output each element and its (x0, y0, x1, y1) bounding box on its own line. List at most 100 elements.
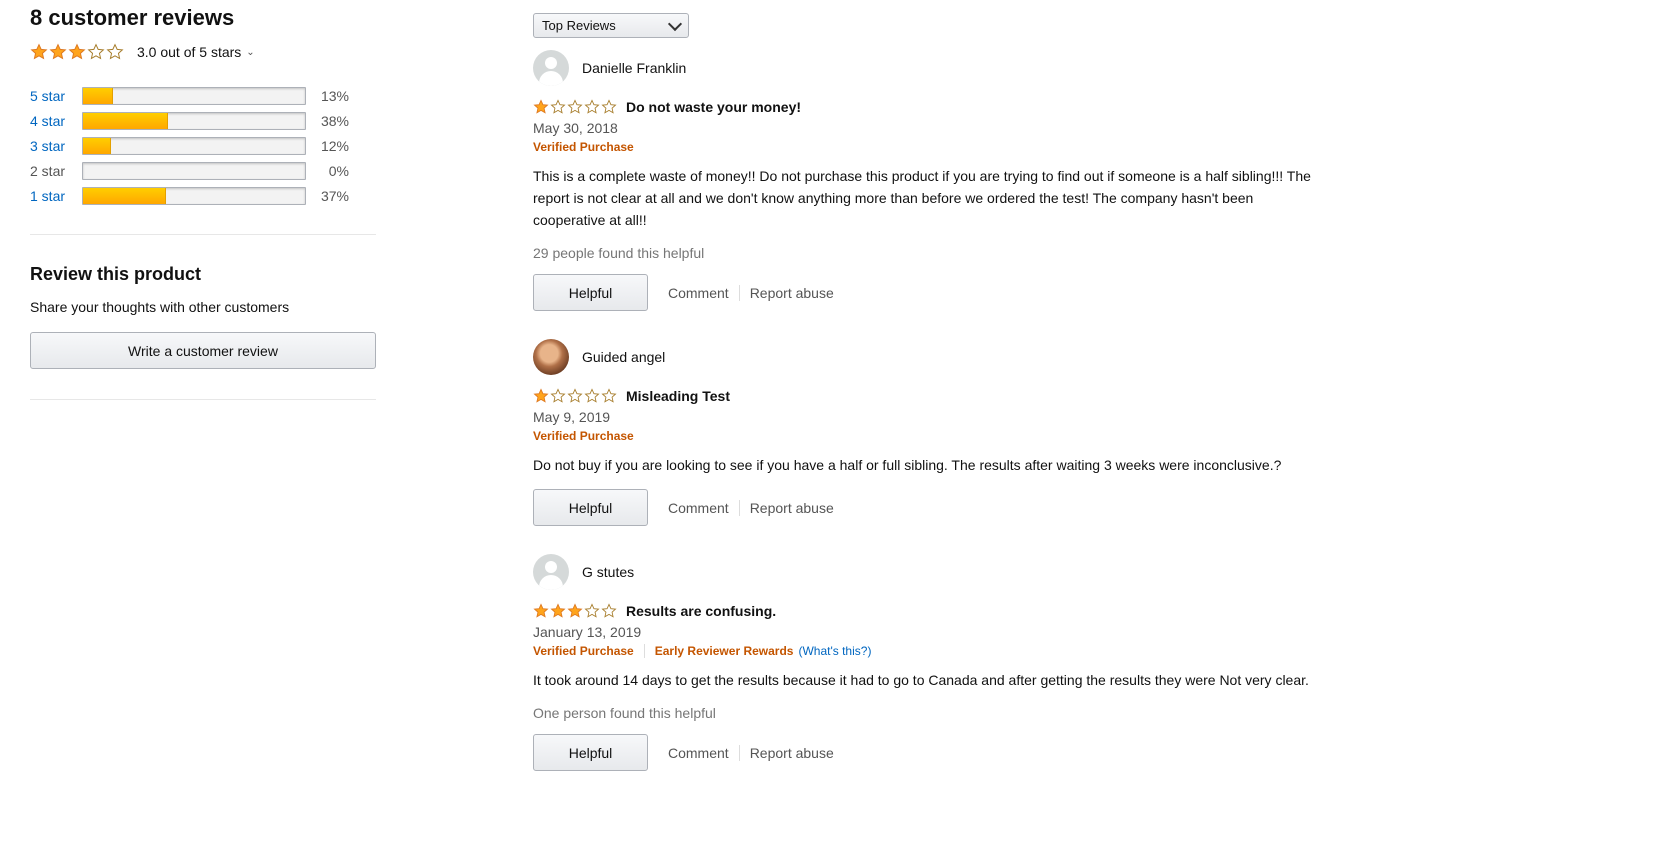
histogram-percent: 13% (320, 87, 349, 104)
comment-link[interactable]: Comment (668, 745, 739, 761)
review-badges: Verified Purchase (533, 140, 1333, 154)
review-body: It took around 14 days to get the result… (533, 672, 1309, 688)
histogram-label: 2 star (30, 162, 66, 179)
helpful-count: One person found this helpful (533, 705, 716, 721)
star-filled-icon (550, 603, 566, 618)
histogram-bar[interactable] (82, 136, 306, 155)
report-abuse-link[interactable]: Report abuse (740, 745, 844, 761)
verified-purchase-badge: Verified Purchase (533, 644, 634, 658)
review-date: May 9, 2019 (533, 409, 611, 425)
reviewer-name[interactable]: Danielle Franklin (582, 60, 686, 76)
histogram-bar[interactable] (82, 86, 306, 105)
divider (30, 234, 376, 235)
star-empty-icon (106, 43, 124, 60)
sort-dropdown[interactable]: Top Reviews (533, 13, 689, 38)
review-item: Danielle Franklin Do not waste your mone… (533, 48, 1333, 311)
review-title-row: Results are confusing. (533, 600, 1333, 622)
star-empty-icon (550, 99, 566, 114)
histogram-fill (83, 187, 167, 204)
review-date: May 30, 2018 (533, 120, 618, 136)
histogram-label[interactable]: 5 star (30, 88, 82, 104)
histogram-percent: 37% (320, 187, 349, 204)
divider (30, 399, 376, 400)
comment-link[interactable]: Comment (668, 285, 739, 301)
histogram-percent: 0% (328, 162, 349, 179)
star-filled-icon (533, 388, 549, 403)
review-stars (533, 99, 618, 115)
histogram-label[interactable]: 3 star (30, 138, 82, 154)
star-filled-icon (533, 99, 549, 114)
star-filled-icon (567, 603, 583, 618)
histogram-row-5[interactable]: 5 star 13% (30, 83, 376, 108)
review-date: January 13, 2019 (533, 624, 642, 640)
verified-purchase-badge: Verified Purchase (533, 140, 634, 154)
histogram-row-3[interactable]: 3 star 12% (30, 133, 376, 158)
histogram-label[interactable]: 1 star (30, 188, 82, 204)
histogram-bar[interactable] (82, 186, 306, 205)
review-actions: Helpful Comment Report abuse (533, 734, 1333, 771)
early-reviewer-badge: Early Reviewer Rewards (654, 644, 794, 658)
star-empty-icon (567, 99, 583, 114)
histogram-label[interactable]: 4 star (30, 113, 82, 129)
histogram-fill (83, 87, 113, 104)
histogram-row-2: 2 star 0% (30, 158, 376, 183)
helpful-button[interactable]: Helpful (533, 734, 648, 771)
reviewer-profile[interactable]: G stutes (533, 552, 1333, 592)
review-title-row: Do not waste your money! (533, 96, 1333, 118)
histogram-bar (82, 161, 306, 180)
histogram-percent: 12% (320, 137, 349, 154)
reviewer-profile[interactable]: Guided angel (533, 337, 1333, 377)
comment-link[interactable]: Comment (668, 500, 739, 516)
review-title[interactable]: Misleading Test (626, 388, 730, 404)
divider (643, 644, 645, 658)
report-abuse-link[interactable]: Report abuse (740, 500, 844, 516)
star-empty-icon (584, 388, 600, 403)
ratings-summary: 8 customer reviews 3.0 out of 5 stars ⌄ … (30, 0, 376, 400)
helpful-button[interactable]: Helpful (533, 274, 648, 311)
histogram-fill (83, 137, 111, 154)
average-rating-text[interactable]: 3.0 out of 5 stars (137, 44, 241, 60)
chevron-down-icon (667, 16, 683, 31)
histogram-bar[interactable] (82, 111, 306, 130)
reviewer-name[interactable]: Guided angel (582, 349, 665, 365)
star-empty-icon (584, 99, 600, 114)
histogram-fill (83, 112, 169, 129)
star-filled-icon (68, 43, 86, 60)
review-stars (533, 388, 618, 404)
verified-purchase-badge: Verified Purchase (533, 429, 634, 443)
reviewer-name[interactable]: G stutes (582, 564, 634, 580)
write-review-button[interactable]: Write a customer review (30, 332, 376, 369)
review-product-heading: Review this product (30, 264, 202, 284)
avatar[interactable] (533, 554, 569, 590)
star-empty-icon (601, 99, 617, 114)
review-item: Guided angel Misleading Test May 9, 2019… (533, 337, 1333, 526)
review-body: Do not buy if you are looking to see if … (533, 457, 1282, 473)
star-empty-icon (584, 603, 600, 618)
star-filled-icon (49, 43, 67, 60)
star-filled-icon (30, 43, 48, 60)
sort-selected-value: Top Reviews (542, 18, 616, 33)
report-abuse-link[interactable]: Report abuse (740, 285, 844, 301)
chevron-down-icon[interactable]: ⌄ (246, 47, 254, 58)
histogram-row-4[interactable]: 4 star 38% (30, 108, 376, 133)
star-empty-icon (601, 603, 617, 618)
avatar[interactable] (533, 339, 569, 375)
review-body: This is a complete waste of money!! Do n… (533, 168, 1311, 228)
star-empty-icon (601, 388, 617, 403)
avatar[interactable] (533, 50, 569, 86)
review-title[interactable]: Do not waste your money! (626, 99, 801, 115)
star-empty-icon (567, 388, 583, 403)
review-title[interactable]: Results are confusing. (626, 603, 776, 619)
review-actions: Helpful Comment Report abuse (533, 274, 1333, 311)
review-badges: Verified Purchase (533, 429, 1333, 443)
average-rating-row[interactable]: 3.0 out of 5 stars ⌄ (30, 41, 376, 63)
average-stars (30, 43, 125, 61)
review-item: G stutes Results are confusing. January … (533, 552, 1333, 771)
review-title-row: Misleading Test (533, 385, 1333, 407)
helpful-count: 29 people found this helpful (533, 245, 705, 261)
histogram-row-1[interactable]: 1 star 37% (30, 183, 376, 208)
whats-this-link[interactable]: (What's this?) (798, 644, 871, 658)
reviews-count-title: 8 customer reviews (30, 5, 235, 30)
reviewer-profile[interactable]: Danielle Franklin (533, 48, 1333, 88)
helpful-button[interactable]: Helpful (533, 489, 648, 526)
